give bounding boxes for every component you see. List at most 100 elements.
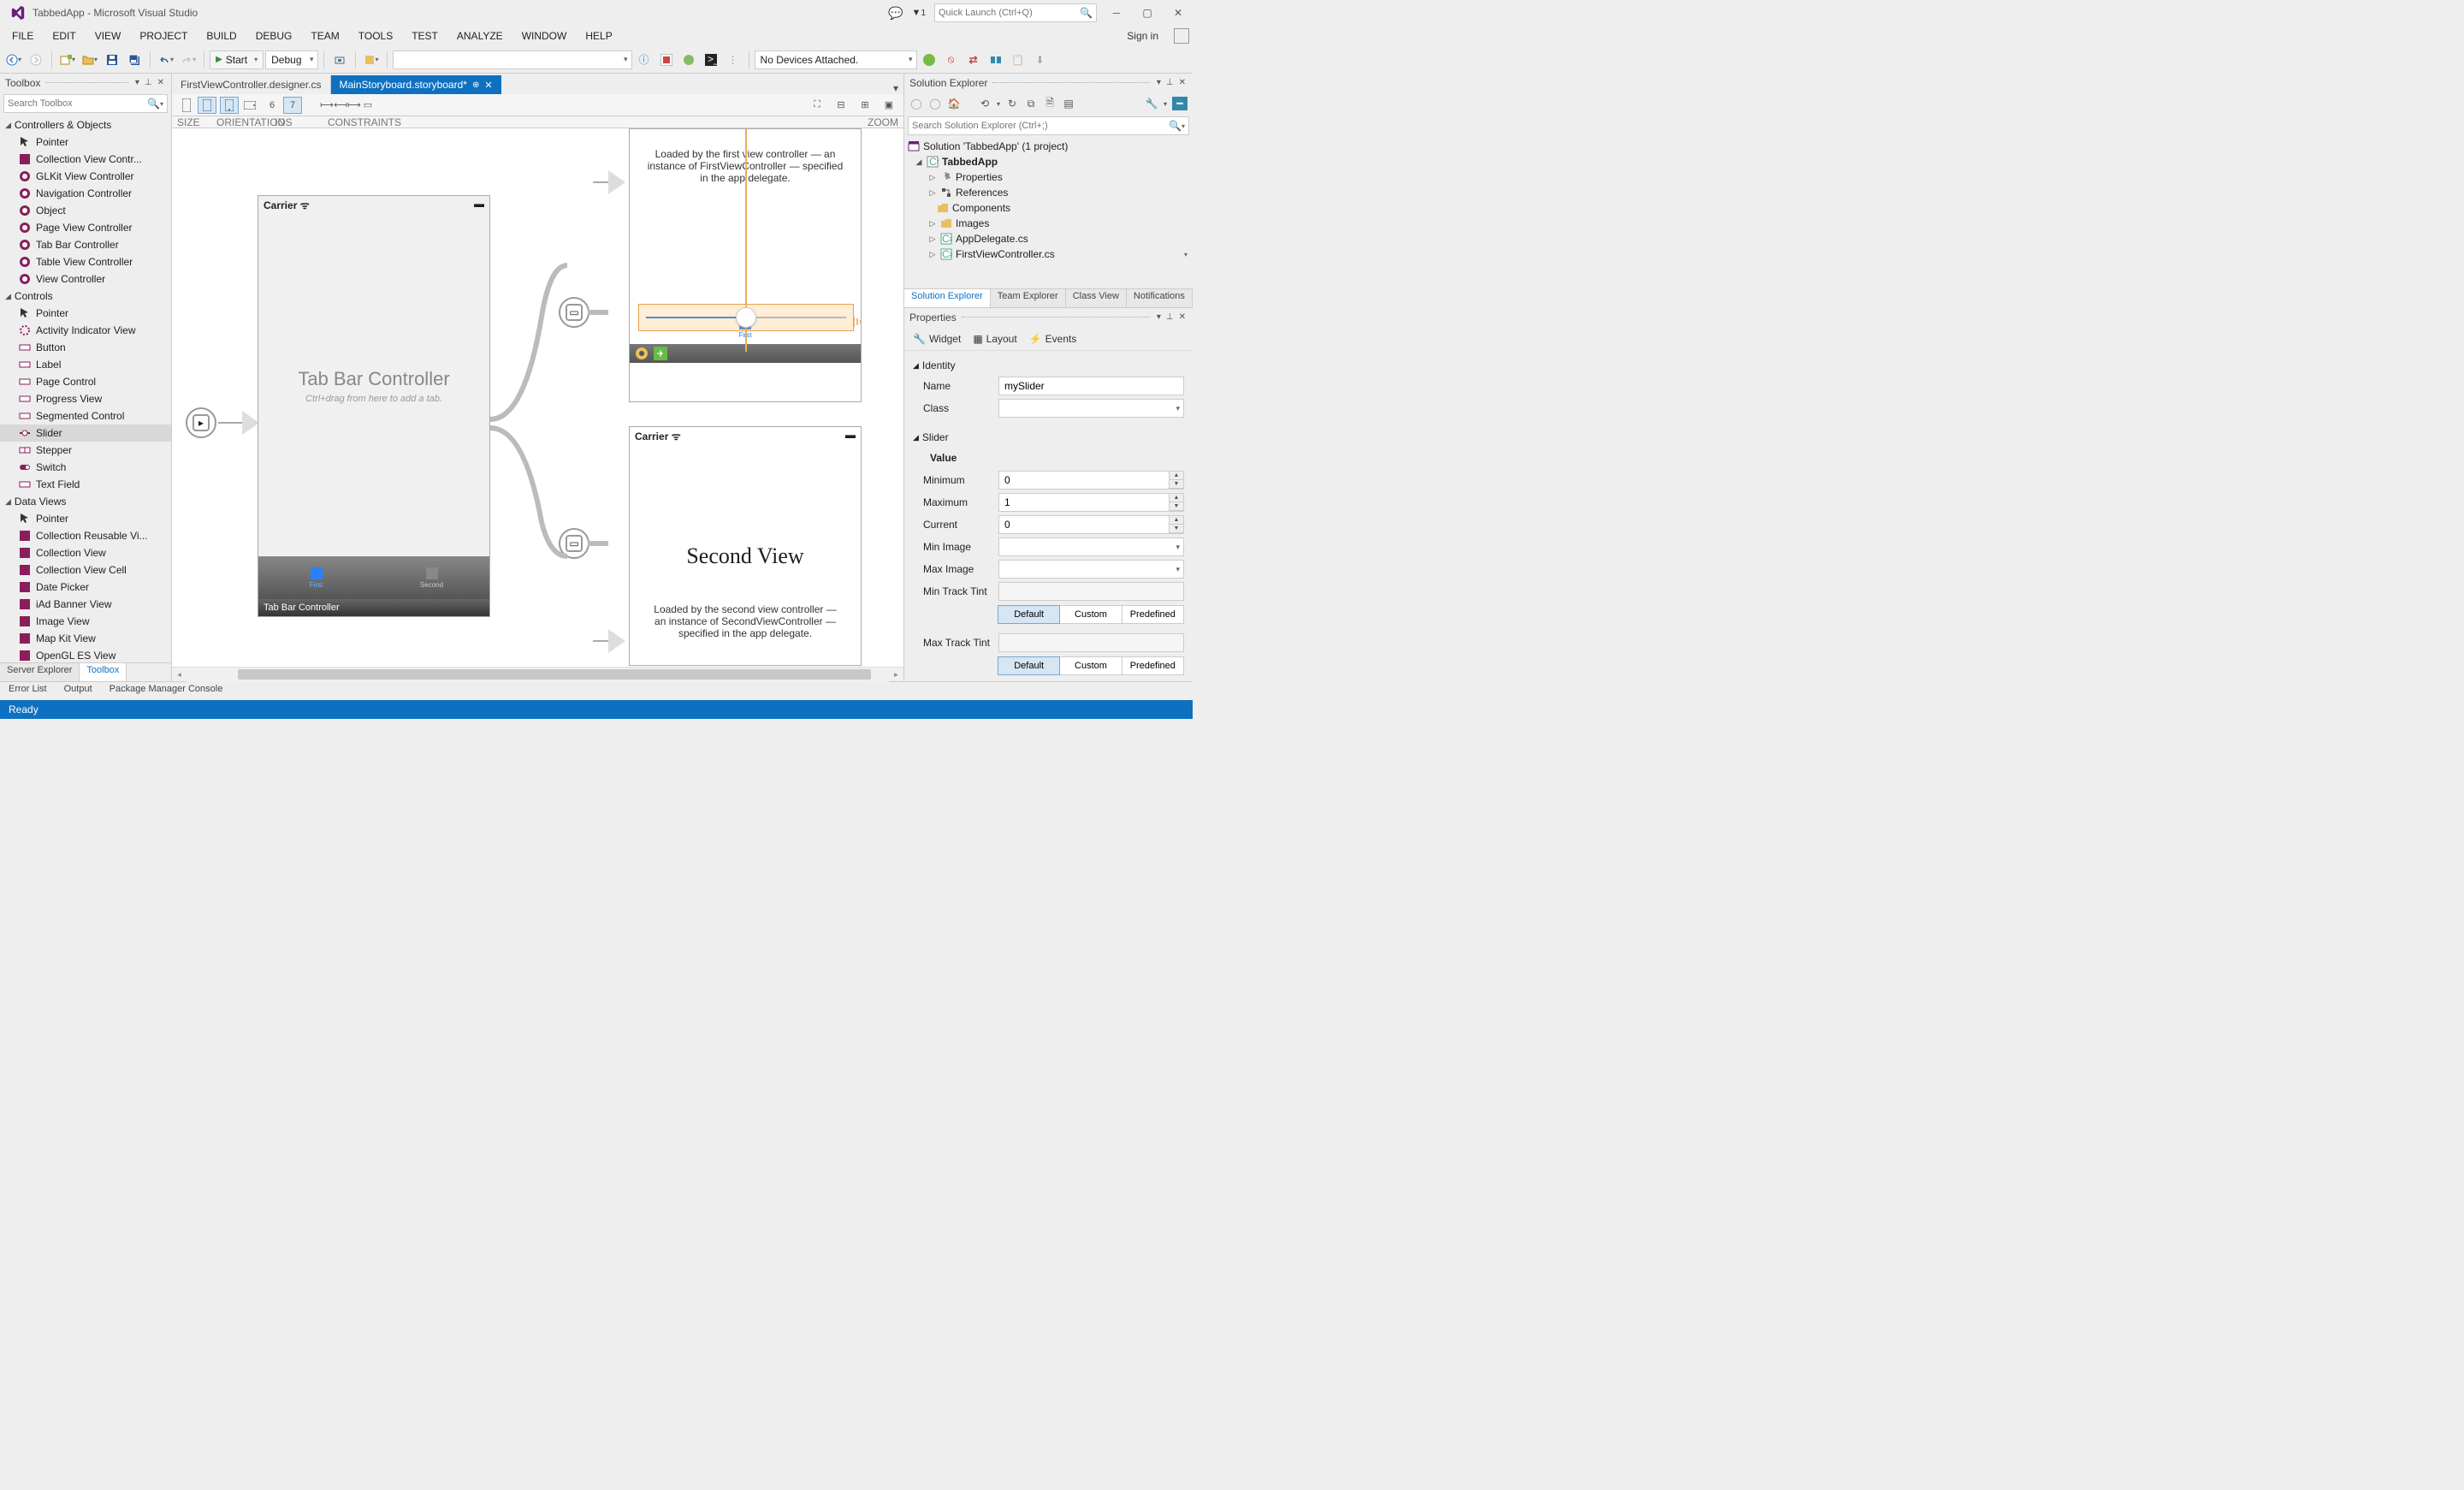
- tb-icon-h[interactable]: ⬇: [1030, 50, 1051, 70]
- tab-output[interactable]: Output: [56, 682, 101, 700]
- save-all-button[interactable]: [124, 50, 145, 70]
- feedback-icon[interactable]: 💬: [888, 6, 903, 21]
- slider-section[interactable]: ◢Slider: [913, 428, 1184, 447]
- entry-point-icon[interactable]: ▸: [186, 407, 216, 438]
- tb-icon-e[interactable]: ⇄: [963, 50, 984, 70]
- toolbox-group[interactable]: ◢Data Views: [0, 493, 171, 510]
- tab-notifications[interactable]: Notifications: [1127, 289, 1193, 307]
- slider-widget[interactable]: [638, 304, 854, 331]
- nav-back-button[interactable]: ▾: [3, 50, 24, 70]
- toolbox-item[interactable]: View Controller: [0, 270, 171, 288]
- toolbox-item[interactable]: Button: [0, 339, 171, 356]
- tb-icon-b[interactable]: [678, 50, 699, 70]
- toolbox-item[interactable]: Collection Reusable Vi...: [0, 527, 171, 544]
- tab-server-explorer[interactable]: Server Explorer: [0, 663, 80, 681]
- profile-placeholder[interactable]: [1174, 28, 1189, 44]
- toolbox-item[interactable]: Map Kit View: [0, 630, 171, 647]
- pin-icon[interactable]: ⊥: [1164, 312, 1176, 322]
- tint-custom-button[interactable]: Custom: [1059, 605, 1122, 624]
- cur-input[interactable]: [998, 515, 1170, 534]
- orient-portrait-button[interactable]: [220, 97, 239, 114]
- info-icon[interactable]: ⓘ: [634, 50, 654, 70]
- tab-error-list[interactable]: Error List: [0, 682, 56, 700]
- toolbox-item[interactable]: Progress View: [0, 390, 171, 407]
- save-button[interactable]: [102, 50, 122, 70]
- minimg-combo[interactable]: [998, 537, 1184, 556]
- tab-pkg-console[interactable]: Package Manager Console: [101, 682, 232, 700]
- filter-icon[interactable]: ━: [1172, 97, 1188, 110]
- first-view-scene[interactable]: Loaded by the first view controller — an…: [629, 128, 862, 402]
- tab-second[interactable]: Second: [374, 556, 489, 599]
- toolbox-item[interactable]: Collection View: [0, 544, 171, 561]
- back-icon[interactable]: ◯: [909, 97, 923, 110]
- tint-predef-button[interactable]: Predefined: [1122, 656, 1184, 675]
- menu-file[interactable]: FILE: [3, 28, 42, 44]
- stop-icon[interactable]: ⦸: [941, 50, 962, 70]
- identity-section[interactable]: ◢Identity: [913, 356, 1184, 375]
- storyboard-canvas[interactable]: ▸ Carrier ᯤ▬ Tab Bar Controller Ctrl+dra…: [172, 128, 903, 667]
- tint-default-button[interactable]: Default: [998, 656, 1060, 675]
- slider-thumb[interactable]: [736, 307, 756, 328]
- dropdown-icon[interactable]: ▾: [1155, 312, 1163, 322]
- maximize-button[interactable]: ▢: [1136, 3, 1158, 22]
- menu-edit[interactable]: EDIT: [44, 28, 84, 44]
- project-node[interactable]: ◢C#TabbedApp: [904, 154, 1193, 169]
- dropdown-icon[interactable]: ▾: [1155, 78, 1163, 87]
- open-file-button[interactable]: ▾: [80, 50, 100, 70]
- new-project-button[interactable]: ▾: [57, 50, 78, 70]
- fwd-icon[interactable]: ◯: [928, 97, 942, 110]
- solution-node[interactable]: Solution 'TabbedApp' (1 project): [904, 139, 1193, 154]
- wrench-icon[interactable]: 🔧: [1145, 97, 1158, 110]
- max-input[interactable]: [998, 493, 1170, 512]
- show-all-icon[interactable]: 🗎: [1043, 97, 1057, 110]
- menu-build[interactable]: BUILD: [198, 28, 245, 44]
- ios7-button[interactable]: 7: [283, 97, 302, 114]
- collapse-icon[interactable]: ⧉: [1024, 97, 1038, 110]
- close-icon[interactable]: ✕: [484, 80, 492, 91]
- home-icon[interactable]: 🏠: [947, 97, 961, 110]
- config-combo[interactable]: Debug: [265, 50, 317, 69]
- toolbox-item[interactable]: Date Picker: [0, 579, 171, 596]
- size-tall-button[interactable]: [177, 97, 196, 114]
- undo-button[interactable]: ▾: [156, 50, 176, 70]
- solution-search[interactable]: 🔍▾: [908, 116, 1189, 135]
- class-combo[interactable]: [998, 399, 1184, 418]
- minimize-button[interactable]: ─: [1105, 3, 1128, 22]
- devices-combo[interactable]: No Devices Attached.: [755, 50, 917, 69]
- viewcontroller-icon[interactable]: [635, 347, 649, 360]
- zoom-in-button[interactable]: ⊞: [856, 97, 874, 114]
- menu-view[interactable]: VIEW: [86, 28, 130, 44]
- toolbox-item[interactable]: Pointer: [0, 305, 171, 322]
- menu-window[interactable]: WINDOW: [513, 28, 576, 44]
- images-node[interactable]: ▷Images: [904, 216, 1193, 231]
- toolbar-btn-2[interactable]: ▾: [361, 50, 382, 70]
- combo-empty[interactable]: [393, 50, 632, 69]
- constraint-btn-3[interactable]: ▭: [358, 97, 377, 114]
- ios6-button[interactable]: 6: [263, 97, 281, 114]
- sync-icon[interactable]: ⟲: [978, 97, 992, 110]
- tint-custom-button[interactable]: Custom: [1059, 656, 1122, 675]
- tab-team-explorer[interactable]: Team Explorer: [991, 289, 1066, 307]
- quick-launch-input[interactable]: 🔍: [934, 3, 1097, 22]
- menu-help[interactable]: HELP: [577, 28, 620, 44]
- zoom-actual-button[interactable]: ▣: [880, 97, 898, 114]
- orient-landscape-button[interactable]: [240, 97, 259, 114]
- min-input[interactable]: [998, 471, 1170, 490]
- tab-toolbox[interactable]: Toolbox: [80, 663, 127, 681]
- doctab-storyboard[interactable]: MainStoryboard.storyboard*⊕✕: [331, 75, 501, 94]
- properties-node[interactable]: ▷Properties: [904, 169, 1193, 185]
- toolbox-item[interactable]: Collection View Cell: [0, 561, 171, 579]
- toolbox-search[interactable]: 🔍▾: [3, 94, 168, 113]
- tab-first[interactable]: First: [258, 556, 374, 599]
- toolbox-item[interactable]: Segmented Control: [0, 407, 171, 424]
- tb-icon-a[interactable]: [656, 50, 677, 70]
- menu-test[interactable]: TEST: [403, 28, 447, 44]
- toolbar-btn-1[interactable]: [329, 50, 350, 70]
- mintint-swatch[interactable]: [998, 582, 1184, 601]
- tab-widget[interactable]: 🔧Widget: [913, 333, 961, 345]
- tab-layout[interactable]: ▦Layout: [973, 333, 1016, 345]
- toolbox-item[interactable]: Text Field: [0, 476, 171, 493]
- menu-project[interactable]: PROJECT: [131, 28, 196, 44]
- toolbox-item[interactable]: Image View: [0, 613, 171, 630]
- appdelegate-node[interactable]: ▷C#AppDelegate.cs: [904, 231, 1193, 246]
